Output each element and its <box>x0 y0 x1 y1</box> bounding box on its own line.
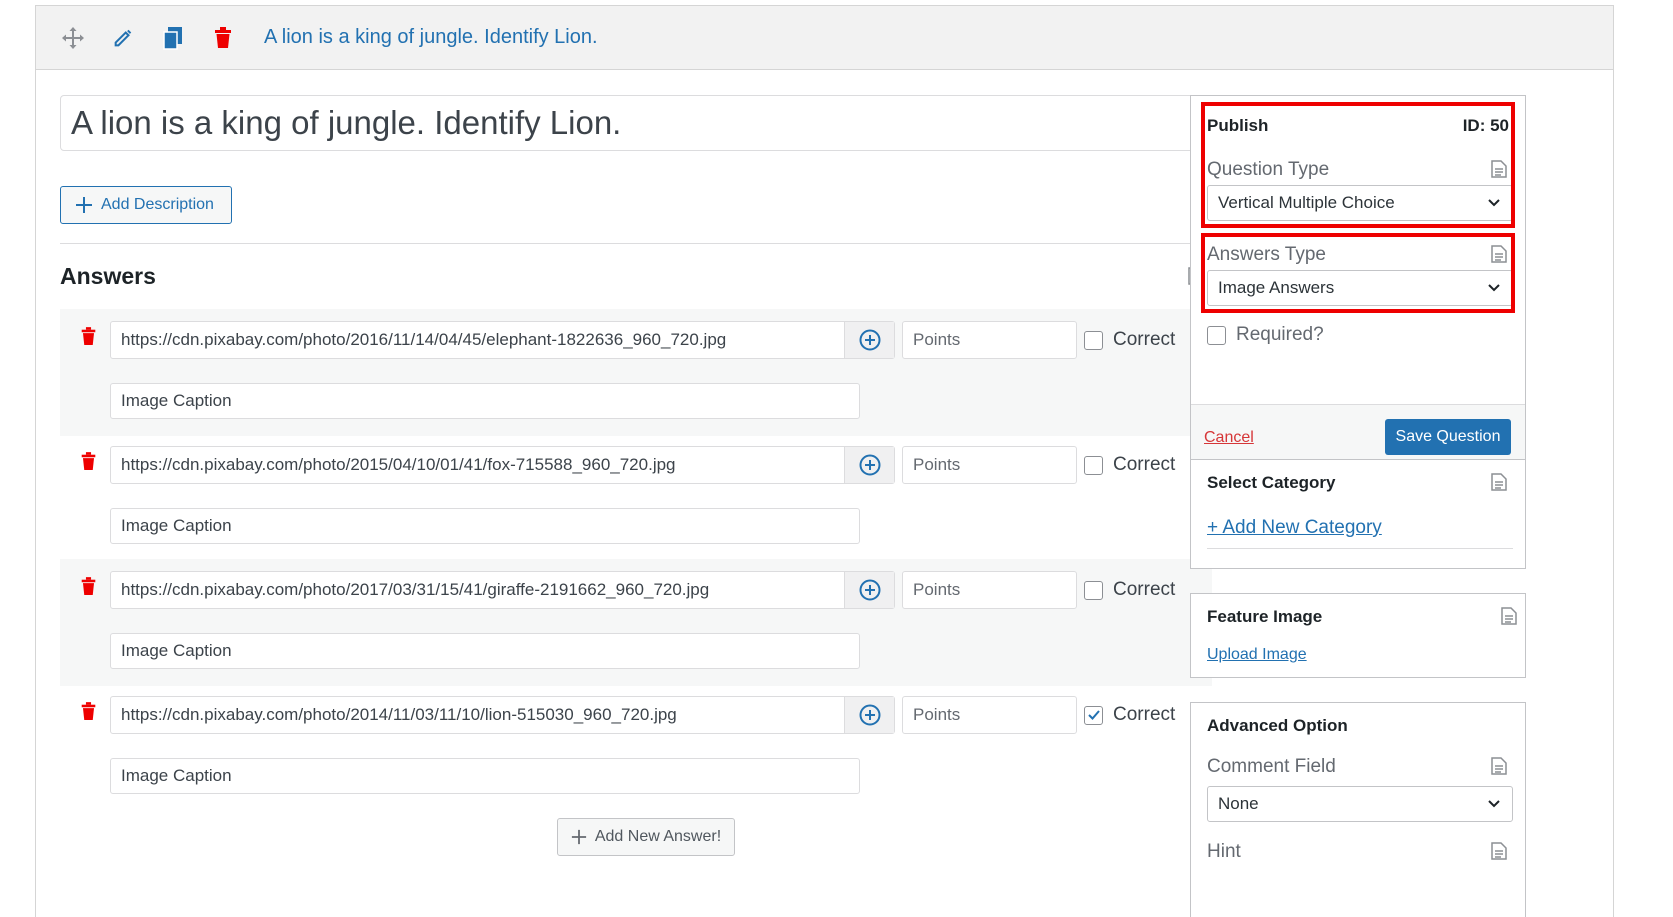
move-icon[interactable] <box>60 25 86 51</box>
trash-icon[interactable] <box>80 577 97 601</box>
answer-correct-option[interactable]: Correct <box>1084 579 1175 601</box>
category-doc-icon[interactable] <box>1491 473 1507 496</box>
add-description-button[interactable]: Add Description <box>60 186 232 224</box>
plus-circle-icon <box>859 579 880 601</box>
category-divider <box>1207 548 1513 549</box>
answer-image-url: https://cdn.pixabay.com/photo/2017/03/31… <box>121 580 710 599</box>
question-main: A lion is a king of jungle. Identify Lio… <box>60 95 1212 856</box>
answer-correct-checkbox[interactable] <box>1084 580 1103 600</box>
answer-correct-label: Correct <box>1113 704 1176 725</box>
question-toolbar: A lion is a king of jungle. Identify Lio… <box>36 6 1613 70</box>
category-heading: Select Category <box>1207 473 1336 492</box>
add-image-button[interactable] <box>844 572 894 608</box>
plus-circle-icon <box>859 454 880 476</box>
advanced-option-box: Advanced Option Comment Field None Hint <box>1190 702 1526 917</box>
answer-caption-input[interactable]: Image Caption <box>110 633 860 669</box>
answer-image-url: https://cdn.pixabay.com/photo/2016/11/14… <box>121 330 727 349</box>
answer-correct-option[interactable]: Correct <box>1084 704 1175 726</box>
toolbar-question-title[interactable]: A lion is a king of jungle. Identify Lio… <box>264 26 598 49</box>
answer-points-input[interactable]: Points <box>902 696 1077 734</box>
trash-icon[interactable] <box>210 25 236 51</box>
answer-points-input[interactable]: Points <box>902 571 1077 609</box>
answer-correct-checkbox[interactable] <box>1084 455 1103 475</box>
required-option[interactable]: Required? <box>1207 324 1324 346</box>
answer-image-url-field[interactable]: https://cdn.pixabay.com/photo/2015/04/10… <box>110 446 895 484</box>
question-type-highlight <box>1201 102 1515 228</box>
publish-box: Publish ID: 50 Question Type Vertical Mu… <box>1190 95 1526 468</box>
answer-correct-checkbox[interactable] <box>1084 330 1103 350</box>
upload-image-link[interactable]: Upload Image <box>1207 646 1307 664</box>
advanced-option-heading: Advanced Option <box>1207 716 1348 735</box>
answer-correct-label: Correct <box>1113 329 1176 350</box>
check-icon <box>1087 710 1100 720</box>
comment-field-value: None <box>1218 794 1259 813</box>
trash-icon[interactable] <box>80 327 97 351</box>
answer-correct-checkbox[interactable] <box>1084 705 1103 725</box>
answers-type-highlight <box>1201 233 1515 313</box>
answer-correct-label: Correct <box>1113 454 1176 475</box>
add-new-answer-label: Add New Answer! <box>594 828 722 845</box>
answer-correct-option[interactable]: Correct <box>1084 329 1175 351</box>
trash-icon[interactable] <box>80 702 97 726</box>
save-question-button[interactable]: Save Question <box>1385 419 1511 455</box>
comment-field-select[interactable]: None <box>1207 786 1513 822</box>
add-image-button[interactable] <box>844 697 894 733</box>
answer-points-input[interactable]: Points <box>902 321 1077 359</box>
feature-image-heading: Feature Image <box>1207 607 1323 626</box>
plus-circle-icon <box>859 704 880 726</box>
answer-correct-option[interactable]: Correct <box>1084 454 1175 476</box>
answer-caption-input[interactable]: Image Caption <box>110 508 860 544</box>
answer-image-url-field[interactable]: https://cdn.pixabay.com/photo/2014/11/03… <box>110 696 895 734</box>
answer-row: https://cdn.pixabay.com/photo/2016/11/14… <box>60 309 1212 436</box>
chevron-down-icon <box>1488 800 1500 808</box>
answer-row: https://cdn.pixabay.com/photo/2015/04/10… <box>60 434 1212 561</box>
cancel-link[interactable]: Cancel <box>1204 429 1254 447</box>
answer-image-url: https://cdn.pixabay.com/photo/2015/04/10… <box>121 455 676 474</box>
plus-circle-icon <box>859 329 880 351</box>
feature-image-box: Feature Image Upload Image <box>1190 593 1526 678</box>
answer-row: https://cdn.pixabay.com/photo/2014/11/03… <box>60 684 1212 811</box>
hint-label: Hint <box>1207 841 1241 862</box>
question-title-input[interactable]: A lion is a king of jungle. Identify Lio… <box>60 95 1212 151</box>
answer-image-url-field[interactable]: https://cdn.pixabay.com/photo/2017/03/31… <box>110 571 895 609</box>
answer-caption-input[interactable]: Image Caption <box>110 758 860 794</box>
edit-icon[interactable] <box>110 25 136 51</box>
required-checkbox[interactable] <box>1207 325 1226 345</box>
answer-row: https://cdn.pixabay.com/photo/2017/03/31… <box>60 559 1212 686</box>
answer-image-url-field[interactable]: https://cdn.pixabay.com/photo/2016/11/14… <box>110 321 895 359</box>
plus-icon <box>571 829 586 845</box>
duplicate-icon[interactable] <box>160 25 186 51</box>
add-new-category-link[interactable]: + Add New Category <box>1207 517 1382 539</box>
add-image-button[interactable] <box>844 322 894 358</box>
feature-image-doc-icon[interactable] <box>1501 607 1517 630</box>
add-image-button[interactable] <box>844 447 894 483</box>
section-divider <box>60 243 1212 244</box>
required-label: Required? <box>1236 324 1324 345</box>
category-box: Select Category + Add New Category <box>1190 459 1526 569</box>
add-description-label: Add Description <box>101 196 214 213</box>
answer-correct-label: Correct <box>1113 579 1176 600</box>
plus-icon <box>76 197 92 213</box>
answers-heading: Answers <box>60 263 156 289</box>
answer-points-input[interactable]: Points <box>902 446 1077 484</box>
hint-doc-icon[interactable] <box>1491 842 1507 865</box>
answer-image-url: https://cdn.pixabay.com/photo/2014/11/03… <box>121 705 677 724</box>
answer-caption-input[interactable]: Image Caption <box>110 383 860 419</box>
trash-icon[interactable] <box>80 452 97 476</box>
comment-field-doc-icon[interactable] <box>1491 757 1507 780</box>
comment-field-label: Comment Field <box>1207 756 1336 777</box>
add-new-answer-button[interactable]: Add New Answer! <box>557 818 735 856</box>
